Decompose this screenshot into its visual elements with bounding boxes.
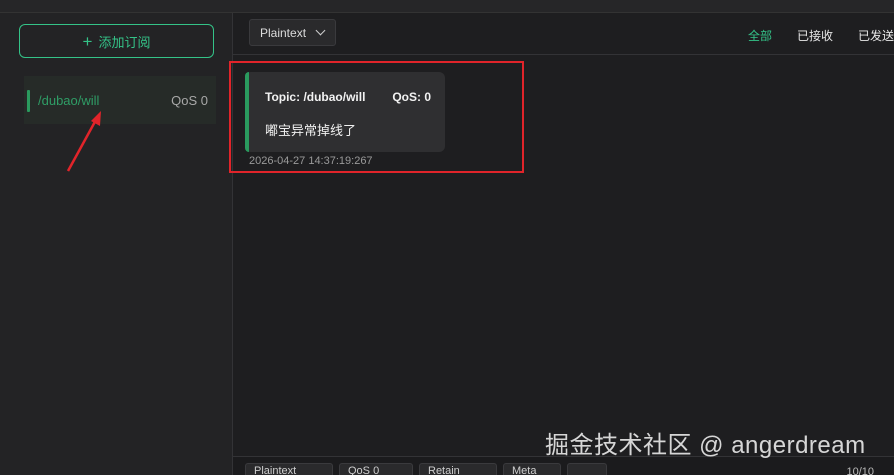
payload-format-select[interactable]: Plaintext (249, 19, 336, 46)
subscription-qos: QoS 0 (171, 92, 208, 108)
watermark-text: 掘金技术社区 @ angerdream (545, 432, 866, 459)
retain-toggle[interactable]: Retain (419, 463, 497, 475)
top-divider (0, 0, 894, 13)
plus-icon: + (82, 31, 93, 51)
message-count: 10/10 (846, 466, 874, 475)
subscription-item-dubao-will[interactable]: /dubao/will QoS 0 (24, 76, 216, 124)
add-subscription-label: 添加订阅 (98, 34, 151, 50)
annotation-highlight-box (229, 61, 524, 173)
subscription-topic: /dubao/will (38, 92, 100, 108)
meta-button[interactable]: Meta (503, 463, 561, 475)
filter-tab-received[interactable]: 已接收 (797, 27, 833, 44)
chevron-down-icon (315, 25, 326, 36)
mqtt-client-window: + 添加订阅 /dubao/will QoS 0 Plaintext 全部 已接… (0, 0, 894, 475)
publish-qos-select[interactable]: QoS 0 (339, 463, 413, 475)
payload-format-value: Plaintext (260, 25, 307, 40)
filter-tab-all[interactable]: 全部 (748, 27, 772, 44)
filter-tab-sent[interactable]: 已发送 (858, 27, 894, 44)
add-subscription-button[interactable]: + 添加订阅 (19, 24, 214, 58)
subscription-color-bar (27, 90, 30, 112)
annotation-arrow-icon (66, 111, 101, 172)
publish-format-select[interactable]: Plaintext (245, 463, 333, 475)
messages-toolbar: Plaintext 全部 已接收 已发送 (233, 13, 894, 55)
message-filter-tabs: 全部 已接收 已发送 (723, 27, 894, 44)
more-button[interactable] (567, 463, 607, 475)
